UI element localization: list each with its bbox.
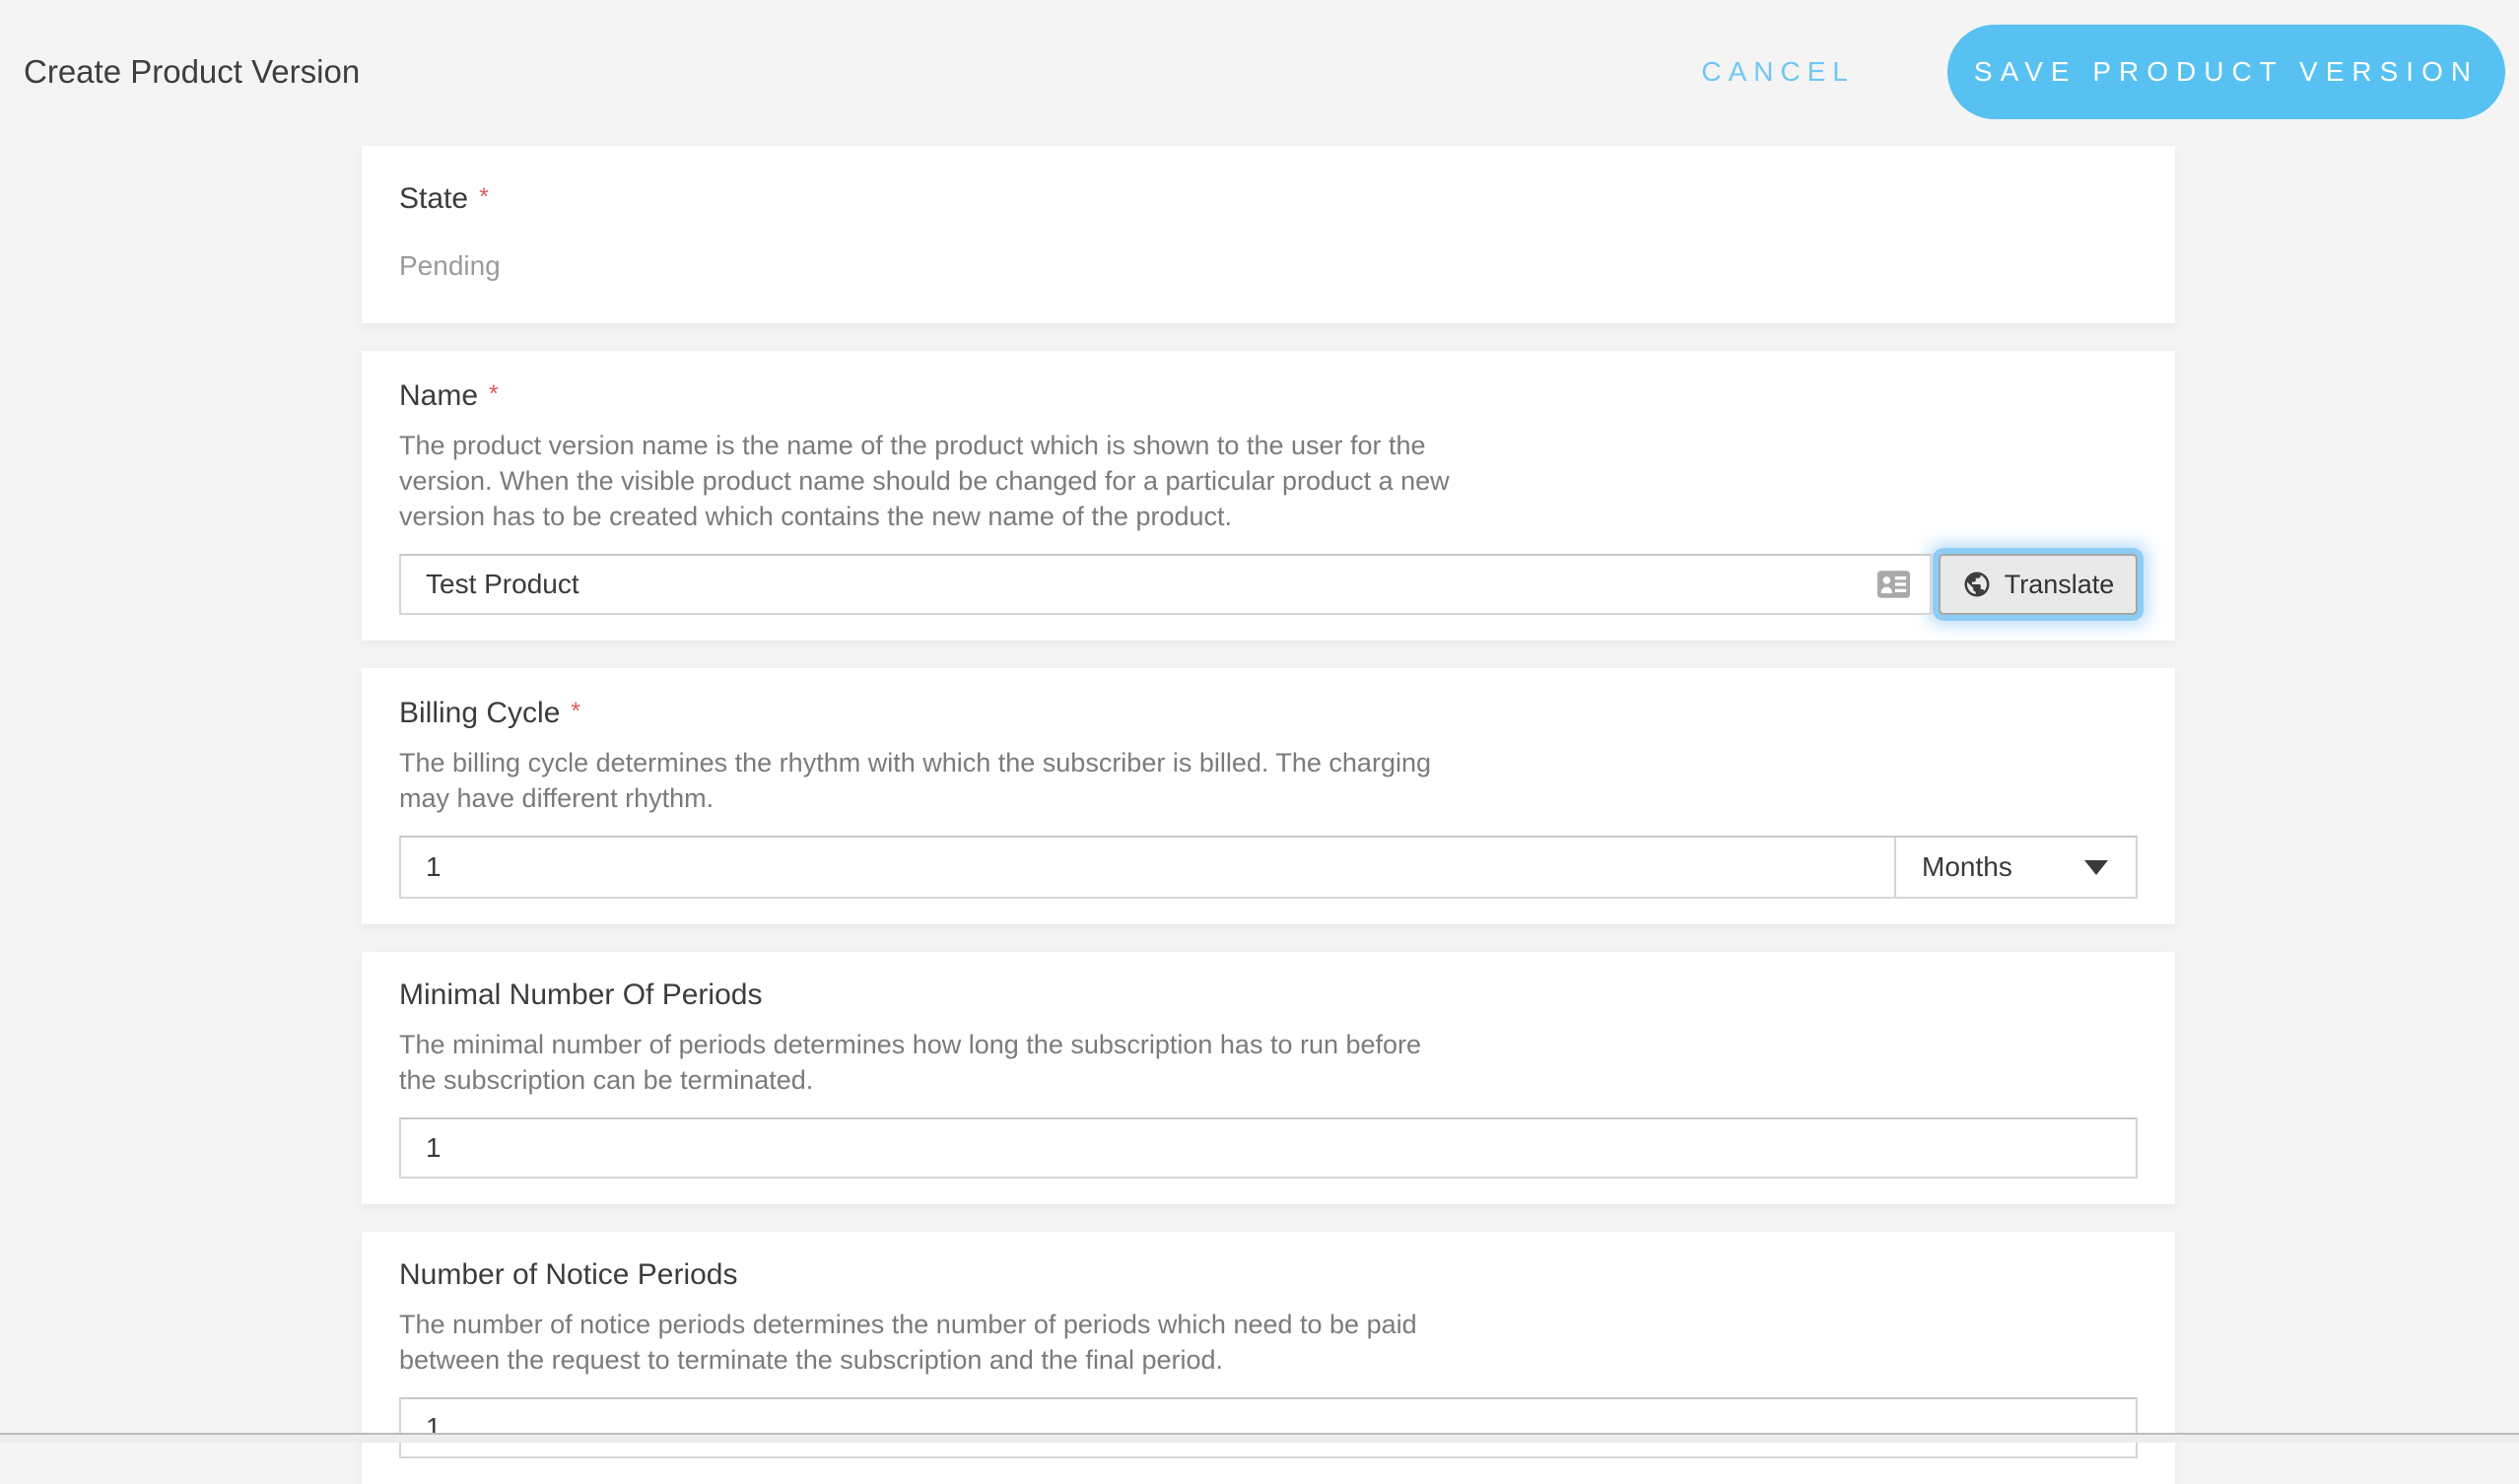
bottom-scrollbar-track[interactable] <box>0 1433 2519 1443</box>
state-value: Pending <box>399 250 2138 282</box>
save-product-version-button[interactable]: SAVE PRODUCT VERSION <box>1947 25 2505 119</box>
notice-periods-input[interactable] <box>399 1397 2138 1458</box>
billing-cycle-input-group: Months <box>399 836 2138 899</box>
state-section: State * Pending <box>362 146 2175 323</box>
state-label: State <box>399 182 468 215</box>
name-input[interactable] <box>399 554 1932 615</box>
name-description: The product version name is the name of … <box>399 428 2138 534</box>
billing-cycle-description: The billing cycle determines the rhythm … <box>399 745 2138 816</box>
notice-periods-description: The number of notice periods determines … <box>399 1307 2138 1378</box>
billing-cycle-section: Billing Cycle * The billing cycle determi… <box>362 668 2175 924</box>
globe-icon <box>1962 570 1992 599</box>
state-label-row: State * <box>399 179 2138 217</box>
translate-button[interactable]: Translate <box>1939 554 2138 615</box>
header-actions: CANCEL SAVE PRODUCT VERSION <box>1687 25 2505 119</box>
billing-cycle-input[interactable] <box>401 838 1894 897</box>
cancel-button[interactable]: CANCEL <box>1687 46 1869 98</box>
notice-periods-label-row: Number of Notice Periods <box>399 1257 2138 1293</box>
page-title: Create Product Version <box>24 53 360 91</box>
chevron-down-icon <box>2084 860 2108 875</box>
page-header: Create Product Version CANCEL SAVE PRODU… <box>0 0 2519 144</box>
billing-cycle-unit-select[interactable]: Months <box>1894 838 2136 897</box>
translate-button-label: Translate <box>2005 570 2115 600</box>
name-section: Name * The product version name is the na… <box>362 351 2175 641</box>
name-input-row: Translate <box>399 554 2138 615</box>
minimal-periods-description: The minimal number of periods determines… <box>399 1027 2138 1098</box>
minimal-periods-label-row: Minimal Number Of Periods <box>399 978 2138 1013</box>
minimal-periods-input[interactable] <box>399 1117 2138 1179</box>
minimal-periods-label: Minimal Number Of Periods <box>399 978 762 1011</box>
minimal-periods-section: Minimal Number Of Periods The minimal nu… <box>362 952 2175 1204</box>
name-label-row: Name * <box>399 376 2138 414</box>
name-label: Name <box>399 379 478 412</box>
notice-periods-section: Number of Notice Periods The number of n… <box>362 1232 2175 1484</box>
billing-cycle-unit-value: Months <box>1922 851 2012 883</box>
required-asterisk: * <box>479 183 489 211</box>
required-asterisk: * <box>489 380 499 408</box>
minimal-periods-input-row <box>399 1117 2138 1179</box>
billing-cycle-label: Billing Cycle <box>399 697 560 729</box>
billing-cycle-label-row: Billing Cycle * <box>399 694 2138 731</box>
required-asterisk: * <box>571 698 580 725</box>
name-input-wrap <box>399 554 1932 615</box>
notice-periods-input-row <box>399 1397 2138 1458</box>
notice-periods-label: Number of Notice Periods <box>399 1258 737 1291</box>
form-content: State * Pending Name * The product version… <box>0 144 2519 1484</box>
